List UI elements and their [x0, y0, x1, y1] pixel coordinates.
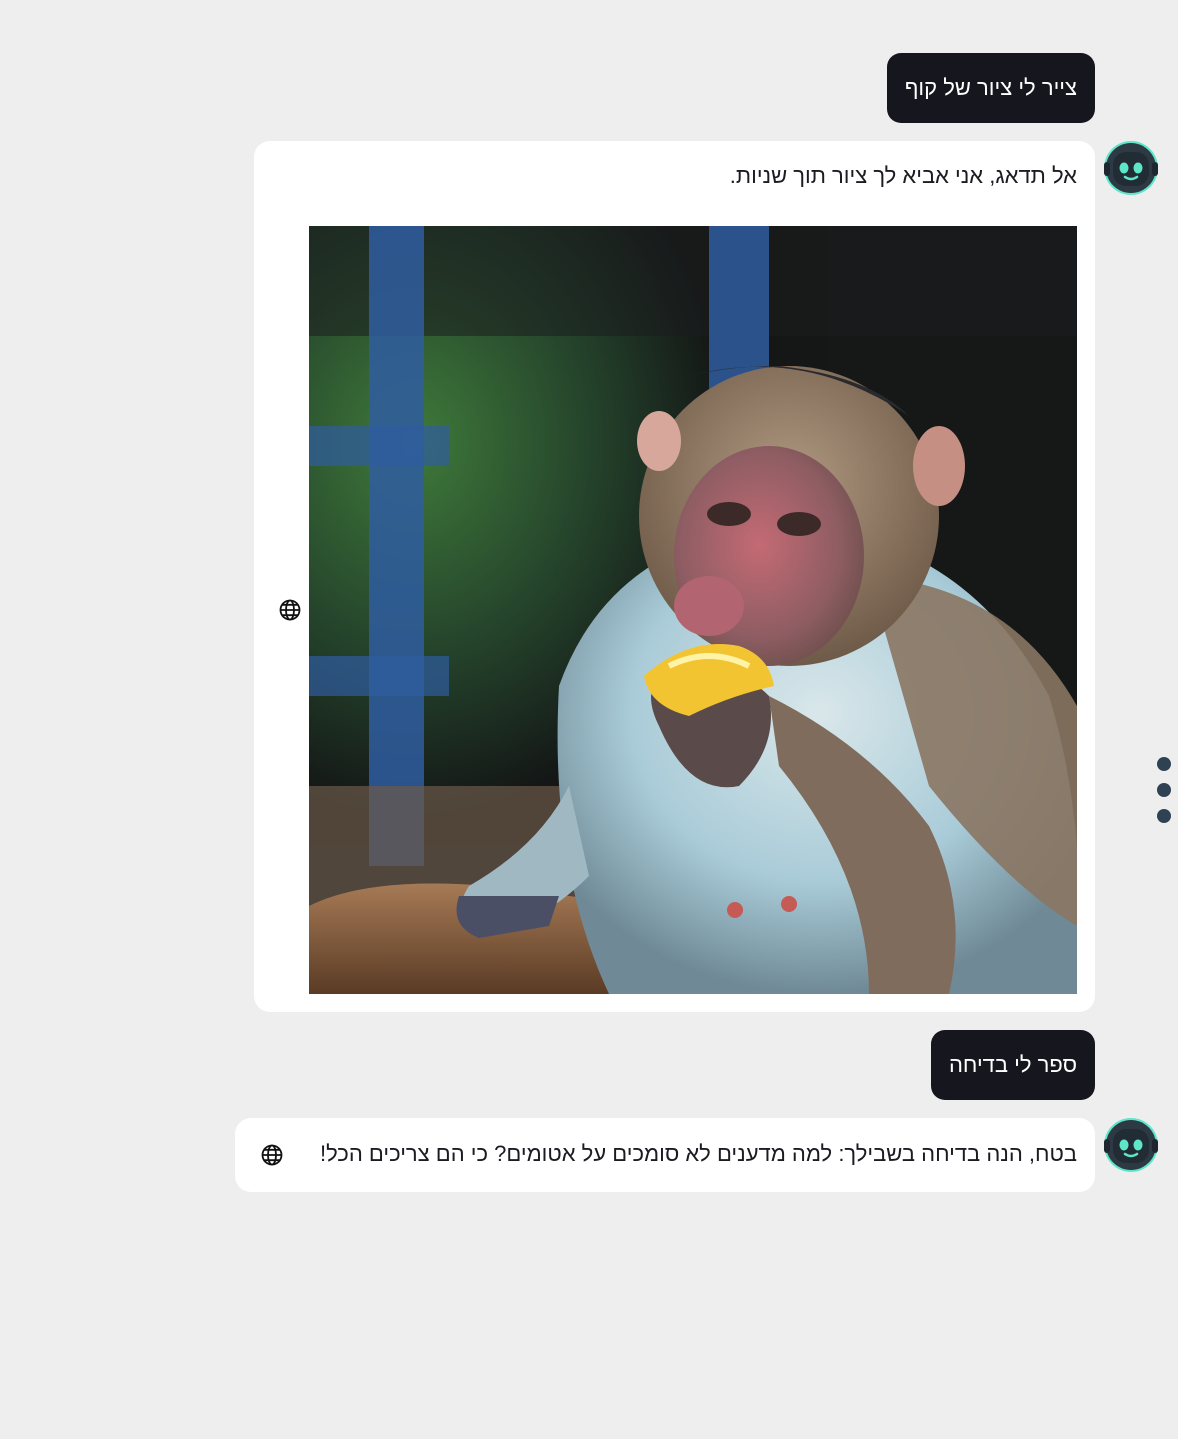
globe-icon[interactable]: [278, 598, 302, 622]
globe-icon[interactable]: [260, 1143, 284, 1167]
user-message-bubble: ספר לי בדיחה: [930, 1030, 1095, 1100]
user-message-bubble: צייר לי ציור של קוף: [886, 53, 1095, 123]
user-message-text: צייר לי ציור של קוף: [904, 75, 1077, 100]
menu-dot: [1157, 809, 1171, 823]
robot-icon: [1104, 141, 1158, 195]
monkey-image: [309, 226, 1077, 994]
assistant-message-text: אל תדאג, אני אביא לך ציור תוך שניות.: [729, 163, 1077, 188]
assistant-message-bubble: אל תדאג, אני אביא לך ציור תוך שניות.: [254, 141, 1095, 1012]
menu-dot: [1157, 783, 1171, 797]
user-message-text: ספר לי בדיחה: [948, 1052, 1077, 1077]
chat-thread: צייר לי ציור של קוף אל תדאג, אני אביא לך…: [0, 0, 1178, 1439]
assistant-message-bubble: בטח, הנה בדיחה בשבילך: למה מדענים לא סומ…: [235, 1118, 1095, 1192]
menu-dot: [1157, 757, 1171, 771]
assistant-message-text: בטח, הנה בדיחה בשבילך: למה מדענים לא סומ…: [319, 1141, 1077, 1166]
more-vertical-icon[interactable]: [1157, 755, 1171, 825]
generated-image[interactable]: [309, 226, 1077, 994]
robot-icon: [1104, 1118, 1158, 1172]
